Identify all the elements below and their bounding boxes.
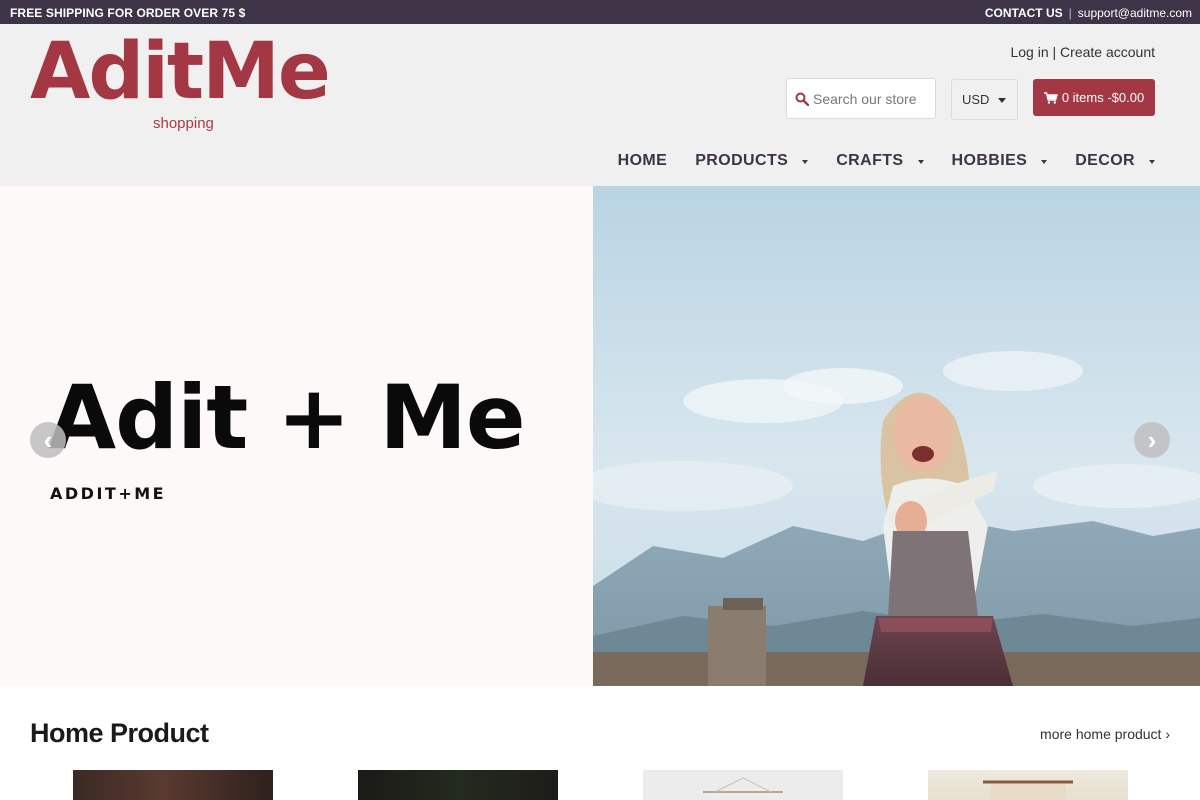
nav-item-label: HOME <box>617 152 668 169</box>
dropdown-caret-icon <box>917 159 924 164</box>
free-shipping-text: FREE SHIPPING FOR ORDER OVER 75 $ <box>10 6 246 20</box>
currency-value: USD <box>962 92 990 107</box>
logo-wordmark: AditMe <box>30 30 331 117</box>
hero-subtitle: ADDIT+ME <box>50 484 167 503</box>
currency-select[interactable]: USD <box>951 79 1018 120</box>
chevron-right-icon: › <box>1147 424 1157 455</box>
contact-us-link[interactable]: CONTACT US <box>985 6 1063 20</box>
search-input[interactable] <box>813 90 931 107</box>
announcement-bar: FREE SHIPPING FOR ORDER OVER 75 $ CONTAC… <box>0 0 1200 24</box>
cart-icon <box>1043 91 1058 104</box>
cart-button[interactable]: 0 items -$0.00 <box>1033 79 1155 116</box>
home-product-title: Home Product <box>30 718 209 748</box>
product-thumbnail[interactable] <box>643 770 843 800</box>
slideshow-next-button[interactable]: › <box>1134 422 1170 458</box>
chevron-down-icon <box>998 98 1006 103</box>
svg-text:AditMe: AditMe <box>30 30 329 117</box>
account-links: Log in | Create account <box>1010 44 1155 60</box>
nav-item-label: PRODUCTS <box>695 152 789 169</box>
nav-item-crafts[interactable]: CRAFTS <box>836 152 924 170</box>
chevron-left-icon: ‹ <box>43 424 53 455</box>
more-home-product-link[interactable]: more home product › <box>1040 726 1170 742</box>
hero-slideshow: Adit + Me ADDIT+ME ‹ › <box>0 186 1200 686</box>
hero-photo-illustration <box>593 186 1200 686</box>
hero-photo <box>593 186 1200 686</box>
logo-tagline: shopping <box>153 115 214 132</box>
nav-item-home[interactable]: HOME <box>618 152 668 170</box>
support-email-link[interactable]: support@aditme.com <box>1078 6 1192 20</box>
nav-item-decor[interactable]: DECOR <box>1075 152 1155 170</box>
login-link[interactable]: Log in <box>1010 44 1048 60</box>
search-icon[interactable] <box>795 92 809 106</box>
site-header: AditMe shopping Log in | Create account … <box>0 24 1200 186</box>
create-account-link[interactable]: Create account <box>1060 44 1155 60</box>
topbar-links: CONTACT US | support@aditme.com <box>985 6 1192 20</box>
hero-headline: Adit + Me <box>48 366 526 469</box>
nav-item-hobbies[interactable]: HOBBIES <box>952 152 1048 170</box>
macrame-thumbnail-art <box>703 777 783 793</box>
cart-summary: 0 items -$0.00 <box>1061 90 1145 105</box>
nav-item-products[interactable]: PRODUCTS <box>695 152 809 170</box>
nav-item-label: DECOR <box>1075 152 1135 169</box>
search-box[interactable] <box>786 78 936 119</box>
hero-text-panel: Adit + Me ADDIT+ME <box>0 186 593 686</box>
product-thumbnail[interactable] <box>928 770 1128 800</box>
product-thumbnail[interactable] <box>358 770 558 800</box>
site-logo[interactable]: AditMe shopping <box>30 30 340 135</box>
dropdown-caret-icon <box>802 159 809 164</box>
main-nav: HOME PRODUCTS CRAFTS HOBBIES DECOR <box>590 152 1155 170</box>
nav-item-label: CRAFTS <box>836 152 904 169</box>
dropdown-caret-icon <box>1041 159 1048 164</box>
topbar-separator: | <box>1068 6 1072 20</box>
product-thumbnail[interactable] <box>73 770 273 800</box>
slideshow-prev-button[interactable]: ‹ <box>30 422 66 458</box>
account-separator: | <box>1052 44 1057 60</box>
wall-hanging-thumbnail-art <box>983 780 1073 800</box>
nav-item-label: HOBBIES <box>951 152 1028 169</box>
dropdown-caret-icon <box>1149 159 1155 164</box>
